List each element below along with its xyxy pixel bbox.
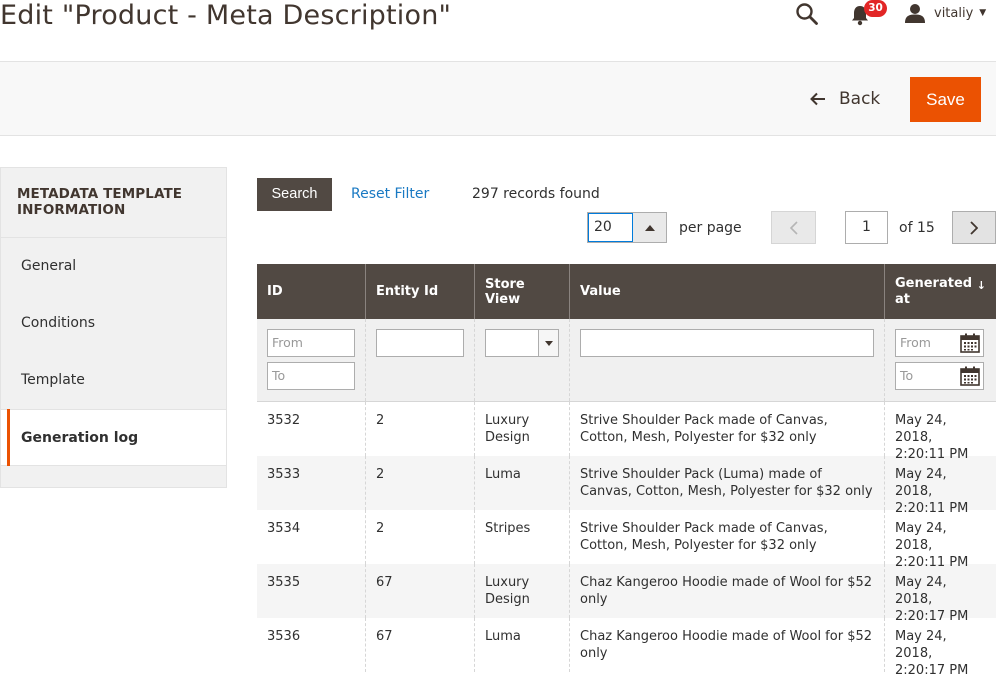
cell-generated-at: May 24, 2018, 2:20:11 PM <box>895 413 969 462</box>
notifications-badge[interactable]: 30 <box>864 0 887 17</box>
cell-value: Chaz Kangeroo Hoodie made of Wool for $5… <box>570 618 885 672</box>
filter-id-to[interactable]: To <box>267 362 355 390</box>
cell-id: 3533 <box>257 456 366 510</box>
filter-value-cell <box>570 319 885 401</box>
cell-entity-id: 2 <box>366 456 475 510</box>
search-button[interactable]: Search <box>257 178 332 211</box>
chevron-left-icon <box>789 220 798 235</box>
cell-generated-at: May 24, 2018, 2:20:11 PM <box>895 521 969 570</box>
filter-generated-at-cell: From To <box>885 319 996 401</box>
sidebar-title: METADATA TEMPLATE INFORMATION <box>1 168 226 238</box>
user-menu[interactable]: vitaliy ▼ <box>905 2 986 24</box>
cell-value: Chaz Kangeroo Hoodie made of Wool for $5… <box>570 564 885 618</box>
table-row[interactable]: 3535 67 Luxury Design Chaz Kangeroo Hood… <box>257 564 996 624</box>
per-page-label: per page <box>679 220 742 236</box>
arrow-left-icon <box>810 92 825 106</box>
filter-entity-id-cell <box>366 319 475 401</box>
sidebar-item-general[interactable]: General <box>1 238 226 295</box>
sidebar-item-generation-log[interactable]: Generation log <box>1 409 226 466</box>
filter-value[interactable] <box>580 329 874 357</box>
back-button-label: Back <box>839 89 881 109</box>
cell-id: 3535 <box>257 564 366 618</box>
cell-id: 3532 <box>257 402 366 456</box>
cell-store-view: Stripes <box>475 510 570 564</box>
cell-store-view: Luma <box>475 618 570 672</box>
page-title: Edit "Product - Meta Description" <box>0 0 452 31</box>
calendar-icon[interactable] <box>957 363 983 389</box>
cell-store-view: Luma <box>475 456 570 510</box>
cell-entity-id: 2 <box>366 402 475 456</box>
calendar-icon[interactable] <box>957 330 983 356</box>
caret-up-icon <box>644 224 655 231</box>
column-header-generated-at[interactable]: Generated at ↓ <box>885 264 996 319</box>
cell-entity-id: 2 <box>366 510 475 564</box>
cell-generated-at: May 24, 2018, 2:20:11 PM <box>895 467 969 516</box>
column-header-generated-at-label: Generated at <box>895 275 973 307</box>
reset-filter-link[interactable]: Reset Filter <box>351 186 429 202</box>
filter-entity-id[interactable] <box>376 329 464 357</box>
column-header-store-view[interactable]: Store View <box>475 264 570 319</box>
filter-store-view-cell <box>475 319 570 401</box>
table-row[interactable]: 3534 2 Stripes Strive Shoulder Pack made… <box>257 510 996 570</box>
save-button[interactable]: Save <box>910 77 981 122</box>
cell-value: Strive Shoulder Pack (Luma) made of Canv… <box>570 456 885 510</box>
filter-date-to[interactable]: To <box>895 362 984 390</box>
cell-generated-at: May 24, 2018, 2:20:17 PM <box>895 629 969 678</box>
generation-log-grid: ID Entity Id Store View Value Generated … <box>257 264 996 678</box>
cell-value: Strive Shoulder Pack made of Canvas, Cot… <box>570 402 885 456</box>
user-avatar-icon <box>905 4 925 23</box>
column-header-entity-id[interactable]: Entity Id <box>366 264 475 319</box>
chevron-down-icon: ▼ <box>979 8 987 18</box>
per-page-toggle-button[interactable] <box>633 213 666 242</box>
table-row[interactable]: 3532 2 Luxury Design Strive Shoulder Pac… <box>257 402 996 462</box>
cell-entity-id: 67 <box>366 564 475 618</box>
records-count: 297 records found <box>472 186 600 202</box>
grid-header-row: ID Entity Id Store View Value Generated … <box>257 264 996 319</box>
page-header: Edit "Product - Meta Description" 30 vit… <box>0 0 996 60</box>
page-number-input[interactable]: 1 <box>845 211 888 244</box>
column-header-id[interactable]: ID <box>257 264 366 319</box>
sidebar-item-conditions[interactable]: Conditions <box>1 295 226 352</box>
table-row[interactable]: 3533 2 Luma Strive Shoulder Pack (Luma) … <box>257 456 996 516</box>
next-page-button[interactable] <box>952 211 996 244</box>
back-button[interactable]: Back <box>810 87 880 111</box>
filter-date-from-placeholder: From <box>900 335 931 350</box>
column-header-value[interactable]: Value <box>570 264 885 319</box>
filter-store-view-select[interactable] <box>485 329 559 357</box>
cell-store-view: Luxury Design <box>475 564 570 618</box>
cell-id: 3536 <box>257 618 366 672</box>
sidebar: METADATA TEMPLATE INFORMATION General Co… <box>0 167 227 488</box>
filter-id-cell: From To <box>257 319 366 401</box>
sidebar-item-template[interactable]: Template <box>1 352 226 409</box>
select-arrow-icon <box>538 330 558 356</box>
filter-date-to-placeholder: To <box>900 368 914 383</box>
cell-entity-id: 67 <box>366 618 475 672</box>
table-row[interactable]: 3536 67 Luma Chaz Kangeroo Hoodie made o… <box>257 618 996 678</box>
cell-store-view: Luxury Design <box>475 402 570 456</box>
per-page-value[interactable]: 20 <box>588 213 633 242</box>
chevron-right-icon <box>970 220 978 235</box>
sort-arrow-icon: ↓ <box>976 279 986 292</box>
grid-filter-row: From To From To <box>257 319 996 402</box>
cell-id: 3534 <box>257 510 366 564</box>
search-icon[interactable] <box>795 2 819 26</box>
page-actions-bar: Back Save <box>0 61 996 136</box>
username: vitaliy <box>934 5 974 21</box>
cell-value: Strive Shoulder Pack made of Canvas, Cot… <box>570 510 885 564</box>
per-page-select[interactable]: 20 <box>587 212 667 243</box>
page-total-label: of 15 <box>899 220 935 236</box>
filter-id-from[interactable]: From <box>267 329 355 357</box>
cell-generated-at: May 24, 2018, 2:20:17 PM <box>895 575 969 624</box>
filter-date-from[interactable]: From <box>895 329 984 357</box>
previous-page-button[interactable] <box>771 211 816 244</box>
